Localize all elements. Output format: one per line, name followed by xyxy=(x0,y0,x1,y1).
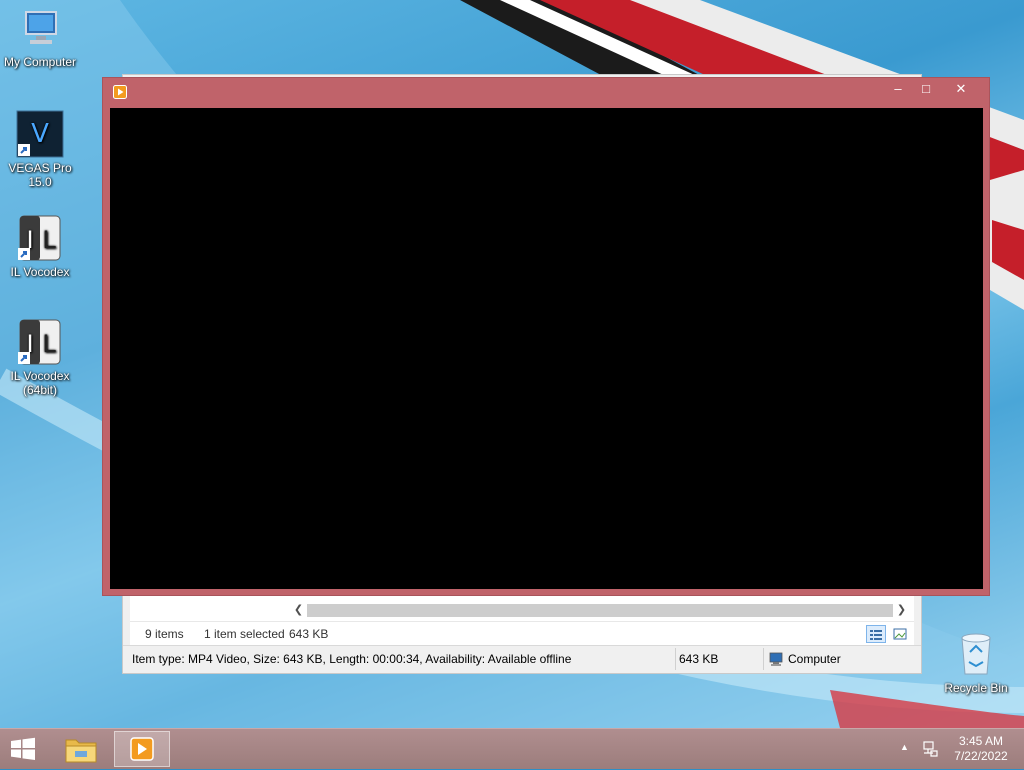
item-details: Item type: MP4 Video, Size: 643 KB, Leng… xyxy=(132,652,572,666)
desktop-icon-label: IL Vocodex xyxy=(10,265,70,279)
clock-date: 7/22/2022 xyxy=(954,749,1008,763)
show-hidden-icons-icon[interactable]: ▲ xyxy=(900,742,909,752)
media-player-icon xyxy=(130,737,154,761)
desktop-icon-label: VEGAS Pro xyxy=(8,161,72,175)
svg-text:L: L xyxy=(42,226,56,254)
large-icons-view-button[interactable] xyxy=(890,625,910,643)
divider xyxy=(675,648,676,670)
desktop-icon-my-computer[interactable]: My Computer xyxy=(0,8,80,69)
taskbar-media-player[interactable] xyxy=(114,731,170,767)
vegas-pro-icon: V xyxy=(16,110,64,158)
desktop-icon-label: Recycle Bin xyxy=(944,681,1008,695)
selection-count: 1 item selected xyxy=(204,627,285,641)
taskbar-file-explorer[interactable] xyxy=(53,731,109,767)
desktop-icon-label: 15.0 xyxy=(28,175,52,189)
start-button[interactable] xyxy=(9,737,37,761)
items-count: 9 items xyxy=(145,627,184,641)
il-vocodex-icon: I L xyxy=(18,319,61,365)
svg-text:L: L xyxy=(42,330,56,358)
location-label: Computer xyxy=(788,652,841,666)
selection-size: 643 KB xyxy=(289,627,329,641)
computer-icon xyxy=(769,652,783,666)
recycle-bin-icon xyxy=(961,633,991,675)
close-button[interactable]: ✕ xyxy=(945,78,977,100)
video-display[interactable] xyxy=(110,108,983,589)
details-view-icon xyxy=(870,630,882,640)
network-icon[interactable] xyxy=(921,740,939,758)
status-bar: 9 items 1 item selected 643 KB xyxy=(130,621,914,644)
file-size: 643 KB xyxy=(679,652,719,666)
clock-time: 3:45 AM xyxy=(958,734,1004,748)
desktop-icon-il-vocodex-64bit[interactable]: I L IL Vocodex (64bit) xyxy=(0,318,80,397)
scroll-left-icon[interactable]: ❮ xyxy=(290,602,307,619)
desktop-icon-label: (64bit) xyxy=(22,383,57,397)
large-icons-view-icon xyxy=(893,628,907,640)
desktop-icon-label: My Computer xyxy=(3,55,77,69)
minimize-button[interactable]: – xyxy=(883,78,913,100)
divider xyxy=(763,648,764,670)
media-player-icon xyxy=(113,85,127,99)
details-bar: Item type: MP4 Video, Size: 643 KB, Leng… xyxy=(123,645,921,673)
taskbar: ▲ 3:45 AM 7/22/2022 xyxy=(0,728,1024,769)
maximize-button[interactable]: □ xyxy=(911,78,941,100)
svg-text:V: V xyxy=(31,119,49,149)
desktop-icon-recycle-bin[interactable]: Recycle Bin xyxy=(936,630,1016,695)
details-view-button[interactable] xyxy=(866,625,886,643)
media-player-window[interactable]: – □ ✕ xyxy=(102,77,990,596)
il-vocodex-icon: I L xyxy=(18,215,61,261)
system-clock[interactable]: 3:45 AM 7/22/2022 xyxy=(948,734,1014,764)
horizontal-scrollbar[interactable]: ❮ ❯ xyxy=(290,602,910,619)
desktop-icon-il-vocodex[interactable]: I L IL Vocodex xyxy=(0,214,80,279)
folder-icon xyxy=(65,739,97,763)
computer-icon xyxy=(25,11,57,44)
title-bar[interactable]: – □ ✕ xyxy=(103,78,989,108)
scrollbar-thumb[interactable] xyxy=(307,604,893,617)
desktop-icon-label: IL Vocodex xyxy=(10,369,70,383)
desktop-icon-vegas-pro[interactable]: V VEGAS Pro 15.0 xyxy=(0,110,80,189)
scroll-right-icon[interactable]: ❯ xyxy=(893,602,910,619)
